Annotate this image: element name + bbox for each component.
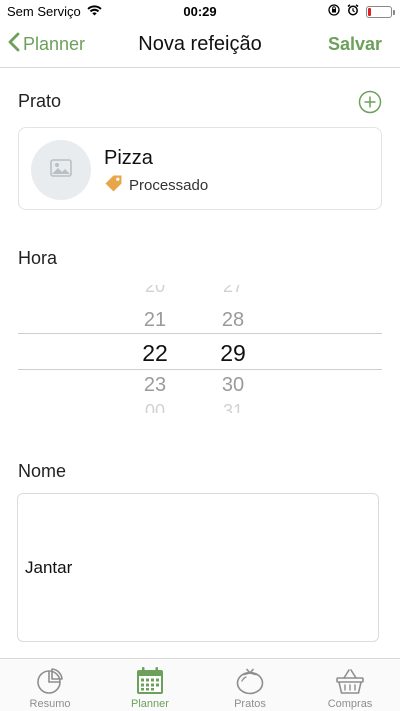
time-picker[interactable]: 20 21 22 23 00 27 28 29 30 31	[18, 285, 382, 413]
meal-name-value[interactable]: Jantar	[25, 558, 72, 578]
dish-name: Pizza	[104, 147, 153, 169]
back-button-label: Planner	[23, 34, 86, 54]
dish-section-label: Prato	[18, 91, 62, 111]
name-section-label: Nome	[18, 461, 67, 481]
status-bar: Sem Serviço 00:29	[0, 0, 400, 22]
hour-option[interactable]: 21	[125, 309, 185, 332]
hour-option[interactable]: 23	[125, 374, 185, 397]
hour-option[interactable]: 20	[125, 285, 185, 297]
tab-label: Compras	[327, 698, 373, 710]
picker-selection-top-line	[18, 333, 382, 334]
minute-option[interactable]: 31	[203, 401, 263, 413]
meal-name-field[interactable]: Jantar	[17, 493, 379, 642]
dish-card[interactable]: Pizza Processado	[18, 127, 382, 210]
hour-option[interactable]: 00	[125, 401, 185, 413]
minute-option[interactable]: 30	[203, 374, 263, 397]
status-right	[328, 4, 395, 19]
tomato-icon	[235, 666, 265, 696]
tab-bar: Resumo Planner Pratos Compras	[0, 658, 400, 711]
back-button[interactable]: Planner	[8, 32, 85, 57]
minute-option-selected[interactable]: 29	[203, 340, 263, 367]
plus-circle-icon	[358, 90, 382, 118]
save-button[interactable]: Salvar	[328, 34, 382, 55]
tab-label: Resumo	[29, 698, 71, 710]
tab-label: Planner	[131, 698, 169, 710]
tab-compras[interactable]: Compras	[300, 659, 400, 711]
navigation-bar: Planner Nova refeição Salvar	[0, 22, 400, 68]
tag-icon	[104, 174, 123, 197]
add-dish-button[interactable]	[358, 90, 382, 114]
chevron-left-icon	[8, 32, 23, 57]
orientation-lock-icon	[328, 4, 340, 19]
battery-icon	[366, 5, 395, 18]
calendar-icon	[135, 666, 165, 696]
minute-option[interactable]: 28	[203, 309, 263, 332]
dish-category-label: Processado	[129, 177, 209, 194]
picker-selection-bottom-line	[18, 369, 382, 370]
dish-category: Processado	[104, 174, 208, 197]
tab-pratos[interactable]: Pratos	[200, 659, 300, 711]
dish-thumbnail	[31, 140, 91, 200]
tab-label: Pratos	[234, 698, 266, 710]
pie-chart-icon	[35, 666, 65, 696]
tab-planner[interactable]: Planner	[100, 659, 200, 711]
basket-icon	[335, 666, 365, 696]
hour-option-selected[interactable]: 22	[125, 340, 185, 367]
image-placeholder-icon	[50, 158, 72, 182]
tab-resumo[interactable]: Resumo	[0, 659, 100, 711]
time-section-label: Hora	[18, 248, 58, 268]
minute-option[interactable]: 27	[203, 285, 263, 297]
alarm-icon	[347, 4, 359, 19]
